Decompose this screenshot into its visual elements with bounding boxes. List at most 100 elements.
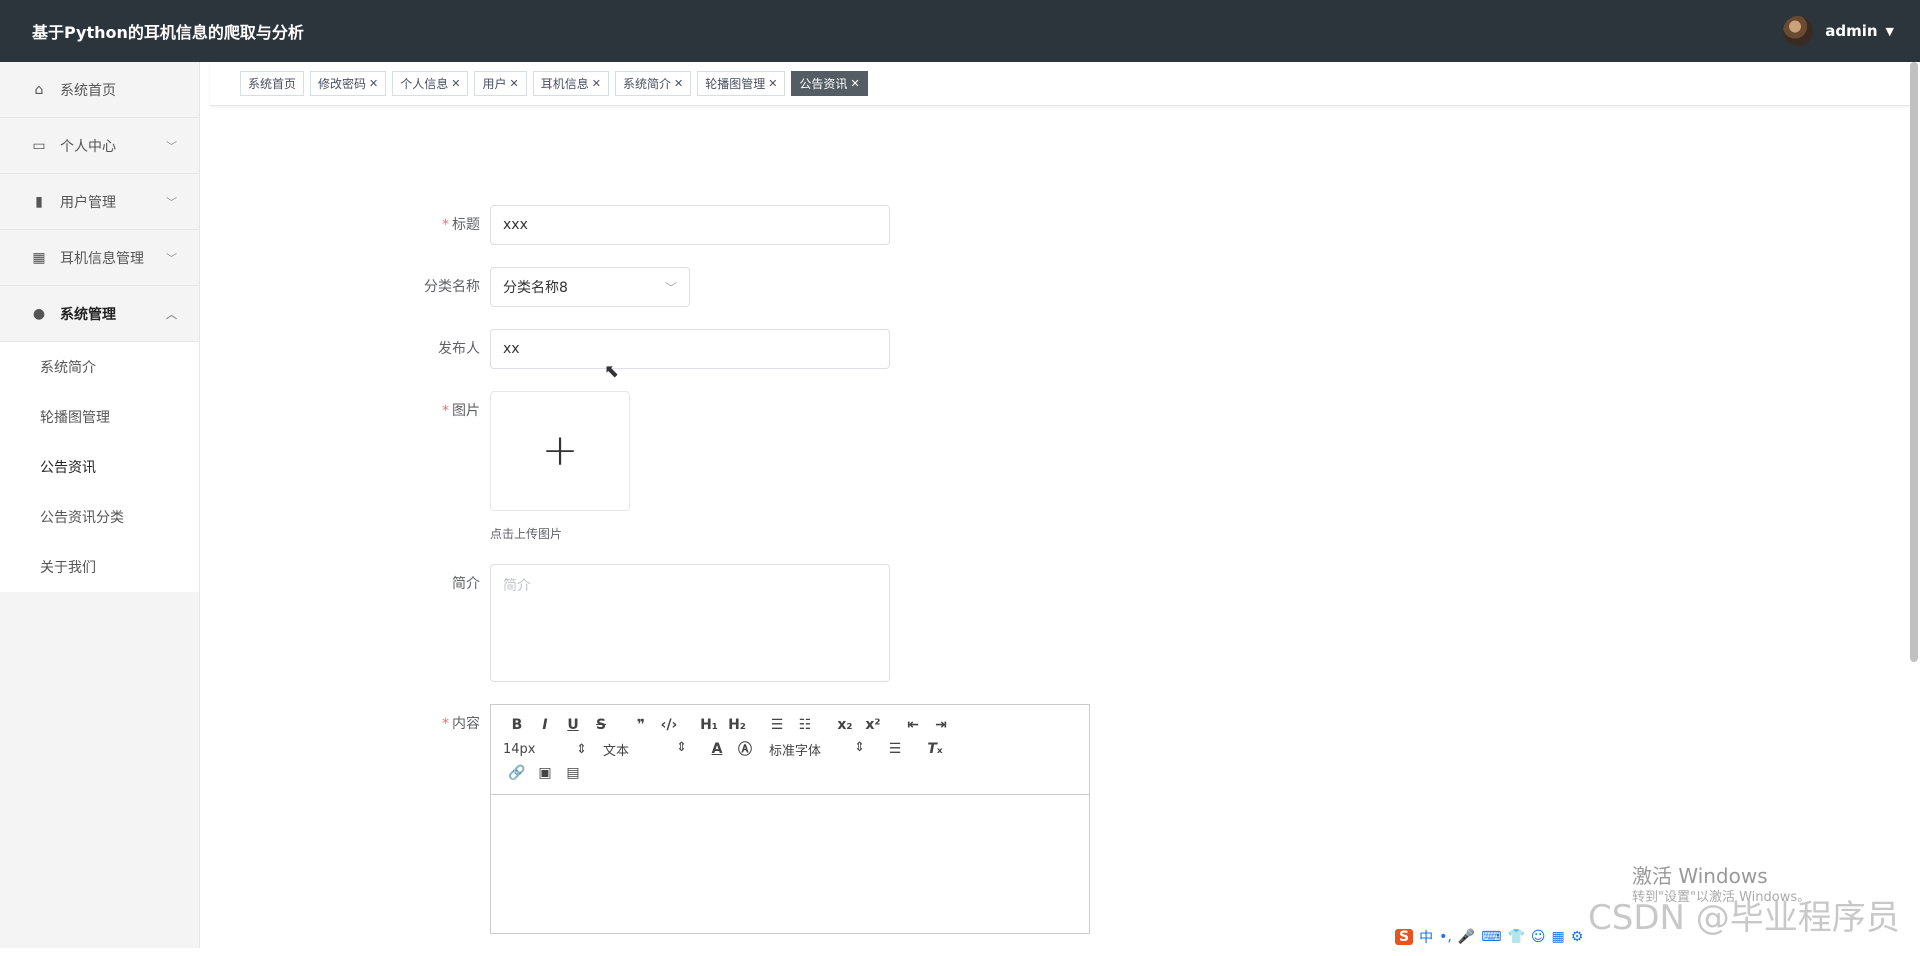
image-uploader[interactable]: + xyxy=(490,391,630,511)
skin-icon[interactable]: 👕 xyxy=(1507,929,1524,945)
grid-icon: ▦ xyxy=(32,249,46,266)
indent-icon[interactable]: ⇥ xyxy=(927,717,955,733)
tab-carousel[interactable]: 轮播图管理 ✕ xyxy=(697,71,786,96)
publisher-label: 发布人 xyxy=(438,341,480,357)
close-icon[interactable]: ✕ xyxy=(369,77,378,90)
code-icon[interactable]: ‹/› xyxy=(655,717,683,733)
image-label: * 图片 xyxy=(442,403,480,419)
superscript-icon[interactable]: x² xyxy=(859,717,887,733)
image-icon[interactable]: ▣ xyxy=(531,765,559,781)
submenu-item-about-us[interactable]: 关于我们 xyxy=(0,542,199,592)
sogou-logo-icon[interactable]: S xyxy=(1395,929,1414,945)
rich-text-editor[interactable]: B I U S ❞ ‹/› H₁ H₂ ☰ ☷ x₂ x² ⇤ ⇥ 14px⇕ xyxy=(490,704,1090,934)
align-icon[interactable]: ☰ xyxy=(881,741,909,757)
app-title: 基于Python的耳机信息的爬取与分析 xyxy=(32,23,304,42)
form-row-intro: 简介 简介 xyxy=(410,564,1090,682)
ime-lang[interactable]: 中 xyxy=(1419,927,1433,947)
clear-format-icon[interactable]: Tₓ xyxy=(921,741,949,757)
user-menu[interactable]: admin ▼ xyxy=(1783,16,1894,46)
activate-windows-title: 激活 Windows xyxy=(1632,864,1768,888)
outdent-icon[interactable]: ⇤ xyxy=(899,717,927,733)
apps-icon[interactable]: ▦ xyxy=(1552,929,1565,945)
tab-earphone-info[interactable]: 耳机信息 ✕ xyxy=(532,71,609,96)
tab-bar: 系统首页 修改密码 ✕ 个人信息 ✕ 用户 ✕ 耳机信息 ✕ 系统简介 ✕ 轮播图管理 ✕ … xyxy=(210,62,1910,106)
settings-icon[interactable]: ⚙ xyxy=(1571,929,1584,945)
subscript-icon[interactable]: x₂ xyxy=(831,717,859,733)
close-icon[interactable]: ✕ xyxy=(674,77,683,90)
intro-textarea[interactable]: 简介 xyxy=(490,564,890,682)
tab-change-password[interactable]: 修改密码 ✕ xyxy=(310,71,387,96)
punctuation-icon[interactable]: •, xyxy=(1439,929,1452,945)
form-row-image: * 图片 + 点击上传图片 xyxy=(410,391,1090,542)
submenu-item-news[interactable]: 公告资讯 xyxy=(0,442,199,492)
wallet-icon: ▭ xyxy=(32,137,46,154)
font-family-select[interactable]: 标准字体 ⇕ xyxy=(769,740,865,759)
paragraph-select[interactable]: 文本 ⇕ xyxy=(603,740,687,759)
chevron-up-icon: ︿ xyxy=(166,307,177,321)
quote-icon[interactable]: ❞ xyxy=(627,717,655,733)
italic-icon[interactable]: I xyxy=(531,717,559,733)
title-input[interactable]: xxx xyxy=(490,205,890,245)
sidebar-item-user-management[interactable]: ▮ 用户管理 ﹀ xyxy=(0,174,199,230)
caret-down-icon[interactable]: ▼ xyxy=(1886,25,1894,38)
sidebar-item-label: 耳机信息管理 xyxy=(60,250,144,267)
sidebar-item-label: 系统管理 xyxy=(60,306,116,323)
ime-toolbar[interactable]: S 中 •, 🎤 ⌨ 👕 ☺ ▦ ⚙ xyxy=(1395,926,1583,948)
publisher-input[interactable]: xx xyxy=(490,329,890,369)
sidebar-item-label: 用户管理 xyxy=(60,194,116,211)
tab-user[interactable]: 用户 ✕ xyxy=(474,71,527,96)
sidebar-item-personal-center[interactable]: ▭ 个人中心 ﹀ xyxy=(0,118,199,174)
close-icon[interactable]: ✕ xyxy=(768,77,777,90)
chevron-down-icon: ﹀ xyxy=(166,195,177,209)
heading1-icon[interactable]: H₁ xyxy=(695,717,723,733)
close-icon[interactable]: ✕ xyxy=(510,77,519,90)
category-select[interactable]: 分类名称8 ﹀ xyxy=(490,267,690,307)
ordered-list-icon[interactable]: ☰ xyxy=(763,717,791,733)
close-icon[interactable]: ✕ xyxy=(451,77,460,90)
tab-personal-info[interactable]: 个人信息 ✕ xyxy=(392,71,469,96)
content-label: * 内容 xyxy=(442,716,480,732)
form-row-category: 分类名称 分类名称8 ﹀ xyxy=(410,267,1090,307)
keyboard-icon[interactable]: ⌨ xyxy=(1481,929,1501,945)
csdn-watermark: CSDN @毕业程序员 xyxy=(1588,898,1900,938)
chart-icon: ▮ xyxy=(35,193,43,210)
upload-hint: 点击上传图片 xyxy=(490,527,563,541)
chevron-down-icon: ﹀ xyxy=(166,251,177,265)
user-icon: ● xyxy=(32,305,46,322)
underline-icon[interactable]: U xyxy=(559,717,587,733)
font-size-select[interactable]: 14px ⇕ xyxy=(503,742,587,757)
scrollbar[interactable] xyxy=(1908,62,1920,662)
sidebar-item-home[interactable]: ⌂ 系统首页 xyxy=(0,62,199,118)
scrollbar-thumb[interactable] xyxy=(1910,62,1918,662)
top-bar: 基于Python的耳机信息的爬取与分析 admin ▼ xyxy=(0,0,1920,62)
username[interactable]: admin xyxy=(1825,22,1877,40)
form-row-title: * 标题 xxx xyxy=(410,205,1090,245)
tab-system-intro[interactable]: 系统简介 ✕ xyxy=(614,71,692,96)
submenu-item-system-intro[interactable]: 系统简介 xyxy=(0,342,199,392)
sidebar-item-system-management[interactable]: ● 系统管理 ︿ xyxy=(0,286,199,342)
microphone-icon[interactable]: 🎤 xyxy=(1458,929,1475,945)
close-icon[interactable]: ✕ xyxy=(850,77,859,90)
sidebar-item-earphone-management[interactable]: ▦ 耳机信息管理 ﹀ xyxy=(0,230,199,286)
video-icon[interactable]: ▤ xyxy=(559,765,587,781)
submenu-item-news-category[interactable]: 公告资讯分类 xyxy=(0,492,199,542)
submenu: 系统简介 轮播图管理 公告资讯 公告资讯分类 关于我们 xyxy=(0,342,199,592)
heading2-icon[interactable]: H₂ xyxy=(723,717,751,733)
robot-icon[interactable]: ☺ xyxy=(1531,929,1546,945)
avatar[interactable] xyxy=(1783,16,1814,46)
form-row-publisher: 发布人 xx xyxy=(410,329,1090,369)
intro-label: 简介 xyxy=(452,576,480,592)
close-icon[interactable]: ✕ xyxy=(592,77,601,90)
submenu-item-carousel[interactable]: 轮播图管理 xyxy=(0,392,199,442)
sidebar-item-label: 系统首页 xyxy=(60,82,116,99)
editor-toolbar: B I U S ❞ ‹/› H₁ H₂ ☰ ☷ x₂ x² ⇤ ⇥ 14px⇕ xyxy=(491,705,1089,795)
title-label: * 标题 xyxy=(442,217,480,233)
link-icon[interactable]: 🔗 xyxy=(503,765,531,781)
bullet-list-icon[interactable]: ☷ xyxy=(791,717,819,733)
bold-icon[interactable]: B xyxy=(503,717,531,733)
background-color-icon[interactable]: Ⓐ xyxy=(731,739,759,759)
strikethrough-icon[interactable]: S xyxy=(587,717,615,733)
tab-home[interactable]: 系统首页 xyxy=(240,71,305,96)
font-color-icon[interactable]: A xyxy=(703,741,731,757)
tab-news[interactable]: 公告资讯 ✕ xyxy=(791,71,868,96)
